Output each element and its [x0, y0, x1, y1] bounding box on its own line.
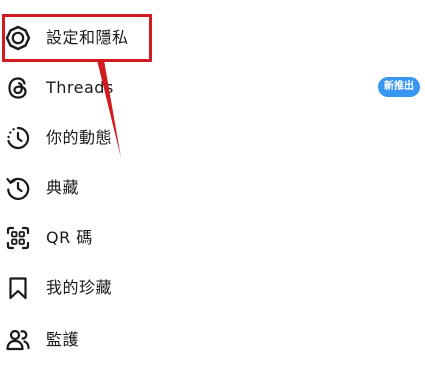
highlight-box [2, 14, 152, 62]
menu-item-label: 監護 [46, 330, 80, 349]
menu-item-label: Threads [46, 78, 114, 97]
menu-item-threads[interactable]: Threads 新推出 [0, 64, 425, 114]
menu-item-label: 我的珍藏 [46, 278, 113, 297]
profile-options-menu: 設定和隱私 Threads 新推出 你的動態 典藏 QR 碼 我的珍藏 監護 [0, 0, 425, 378]
new-badge: 新推出 [378, 77, 420, 97]
menu-item-label: 你的動態 [46, 128, 113, 147]
threads-logo-icon [4, 74, 32, 102]
menu-item-activity[interactable]: 你的動態 [0, 114, 425, 164]
qr-code-icon [4, 224, 32, 252]
archive-history-icon [4, 174, 32, 202]
bookmark-icon [4, 274, 32, 302]
activity-clock-icon [4, 124, 32, 152]
menu-item-archive[interactable]: 典藏 [0, 164, 425, 214]
menu-item-label: QR 碼 [46, 228, 93, 247]
menu-item-qr-code[interactable]: QR 碼 [0, 214, 425, 264]
menu-item-saved[interactable]: 我的珍藏 [0, 264, 425, 314]
menu-item-supervision[interactable]: 監護 [0, 316, 425, 366]
menu-item-label: 典藏 [46, 178, 80, 197]
supervision-people-icon [4, 326, 32, 354]
